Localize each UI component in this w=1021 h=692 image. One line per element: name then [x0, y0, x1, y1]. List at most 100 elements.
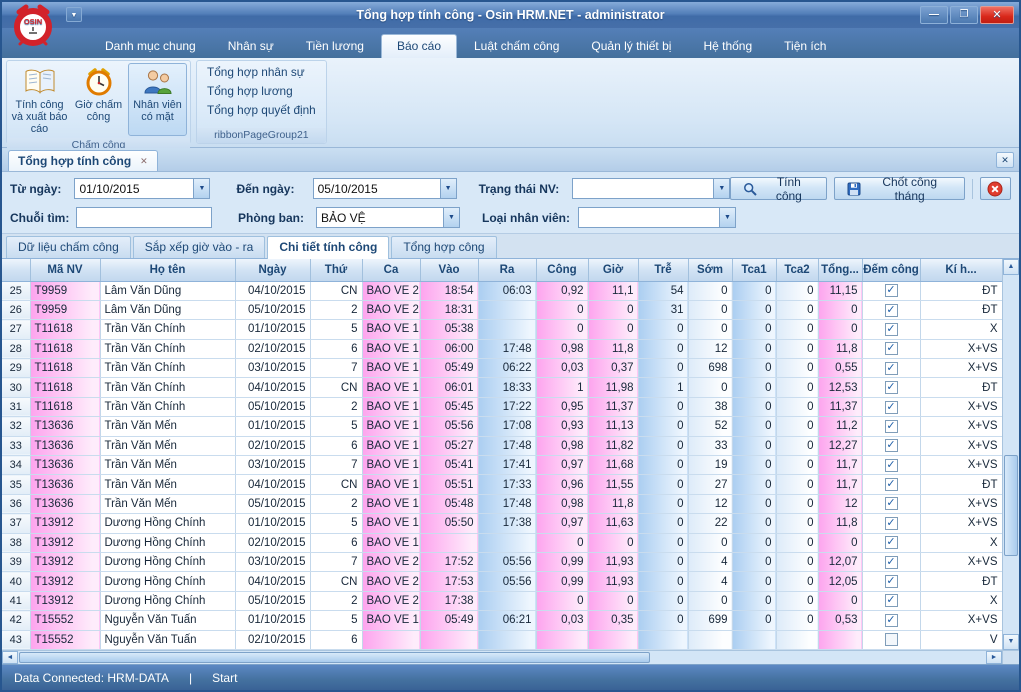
- grid-cell[interactable]: 05:45: [420, 397, 478, 416]
- dem-cong-cell[interactable]: ✓: [862, 514, 920, 533]
- ki-hieu-cell[interactable]: X+VS: [920, 494, 1002, 513]
- grid-cell[interactable]: Trần Văn Mến: [100, 456, 235, 475]
- grid-cell[interactable]: 01/10/2015: [235, 514, 310, 533]
- grid-cell[interactable]: 02/10/2015: [235, 436, 310, 455]
- grid-cell[interactable]: 0: [776, 475, 818, 494]
- minimize-button[interactable]: —: [920, 6, 948, 24]
- grid-cell[interactable]: 0,96: [536, 475, 588, 494]
- dem-cong-cell[interactable]: ✓: [862, 533, 920, 552]
- grid-cell[interactable]: 11,98: [588, 378, 638, 397]
- grid-cell[interactable]: 11,8: [818, 514, 862, 533]
- grid-cell[interactable]: 04/10/2015: [235, 281, 310, 300]
- grid-cell[interactable]: [732, 630, 776, 649]
- trang-thai-nv-combo[interactable]: ▼: [572, 178, 730, 199]
- grid-cell[interactable]: 0: [776, 494, 818, 513]
- grid-cell[interactable]: 0: [732, 494, 776, 513]
- checkbox[interactable]: ✓: [885, 536, 898, 549]
- grid-cell[interactable]: 12,05: [818, 572, 862, 591]
- grid-cell[interactable]: 11,37: [818, 397, 862, 416]
- grid-cell[interactable]: T13636: [30, 475, 100, 494]
- grid-cell[interactable]: [536, 630, 588, 649]
- ki-hieu-cell[interactable]: X+VS: [920, 359, 1002, 378]
- grid-cell[interactable]: 05/10/2015: [235, 591, 310, 610]
- table-row[interactable]: 33T13636Trần Văn Mến02/10/20156BAO VE 10…: [2, 436, 1002, 455]
- dem-cong-cell[interactable]: ✓: [862, 552, 920, 571]
- grid-cell[interactable]: 18:54: [420, 281, 478, 300]
- close-button[interactable]: ✕: [980, 6, 1014, 24]
- grid-cell[interactable]: 0: [776, 397, 818, 416]
- grid-cell[interactable]: 0: [776, 552, 818, 571]
- checkbox[interactable]: ✓: [885, 478, 898, 491]
- grid-cell[interactable]: [638, 630, 688, 649]
- ki-hieu-cell[interactable]: X: [920, 320, 1002, 339]
- table-row[interactable]: 30T11618Trần Văn Chính04/10/2015CNBAO VE…: [2, 378, 1002, 397]
- grid-cell[interactable]: 0,99: [536, 552, 588, 571]
- grid-cell[interactable]: 05:56: [420, 417, 478, 436]
- grid-cell[interactable]: Nguyễn Văn Tuấn: [100, 630, 235, 649]
- grid-cell[interactable]: 0: [732, 475, 776, 494]
- dem-cong-cell[interactable]: ✓: [862, 475, 920, 494]
- checkbox[interactable]: [885, 633, 898, 646]
- grid-cell[interactable]: 0: [638, 552, 688, 571]
- grid-cell[interactable]: 0: [732, 611, 776, 630]
- grid-cell[interactable]: 54: [638, 281, 688, 300]
- grid-cell[interactable]: 03/10/2015: [235, 456, 310, 475]
- grid-cell[interactable]: 0: [732, 533, 776, 552]
- ki-hieu-cell[interactable]: X+VS: [920, 397, 1002, 416]
- table-row[interactable]: 43T15552Nguyễn Văn Tuấn02/10/20156V: [2, 630, 1002, 649]
- grid-cell[interactable]: 0: [776, 281, 818, 300]
- grid-cell[interactable]: [588, 630, 638, 649]
- quick-access-dropdown-icon[interactable]: ▼: [66, 7, 82, 22]
- dem-cong-cell[interactable]: ✓: [862, 281, 920, 300]
- grid-cell[interactable]: BAO VE 1: [362, 514, 420, 533]
- grid-cell[interactable]: 0: [638, 339, 688, 358]
- grid-cell[interactable]: [420, 630, 478, 649]
- grid-cell[interactable]: 0: [732, 397, 776, 416]
- ki-hieu-cell[interactable]: X+VS: [920, 456, 1002, 475]
- grid-cell[interactable]: BAO VE 2: [362, 591, 420, 610]
- grid-cell[interactable]: 0,53: [818, 611, 862, 630]
- column-header[interactable]: Tổng...: [818, 259, 862, 281]
- grid-cell[interactable]: 11,8: [588, 339, 638, 358]
- column-header[interactable]: Tca1: [732, 259, 776, 281]
- grid-cell[interactable]: 0: [776, 533, 818, 552]
- grid-cell[interactable]: 11,7: [818, 475, 862, 494]
- grid-cell[interactable]: 22: [688, 514, 732, 533]
- row-indicator[interactable]: 33: [2, 436, 30, 455]
- checkbox[interactable]: ✓: [885, 459, 898, 472]
- grid-cell[interactable]: 0: [732, 514, 776, 533]
- scroll-right-icon[interactable]: ►: [986, 651, 1002, 664]
- grid-cell[interactable]: 0: [776, 300, 818, 319]
- grid-cell[interactable]: 0: [776, 339, 818, 358]
- table-row[interactable]: 35T13636Trần Văn Mến04/10/2015CNBAO VE 1…: [2, 475, 1002, 494]
- ki-hieu-cell[interactable]: ĐT: [920, 281, 1002, 300]
- grid-cell[interactable]: 0: [588, 591, 638, 610]
- ki-hieu-cell[interactable]: X+VS: [920, 417, 1002, 436]
- row-indicator[interactable]: 43: [2, 630, 30, 649]
- checkbox[interactable]: ✓: [885, 575, 898, 588]
- table-row[interactable]: 40T13912Dương Hồng Chính04/10/2015CNBAO …: [2, 572, 1002, 591]
- table-row[interactable]: 26T9959Lâm Văn Dũng05/10/20152BAO VE 218…: [2, 300, 1002, 319]
- ki-hieu-cell[interactable]: ĐT: [920, 572, 1002, 591]
- grid-cell[interactable]: 0,97: [536, 456, 588, 475]
- grid-cell[interactable]: 0: [732, 572, 776, 591]
- grid-cell[interactable]: 17:22: [478, 397, 536, 416]
- ki-hieu-cell[interactable]: X+VS: [920, 514, 1002, 533]
- grid-cell[interactable]: 11,93: [588, 552, 638, 571]
- grid-cell[interactable]: 05:49: [420, 359, 478, 378]
- grid-cell[interactable]: 0: [536, 320, 588, 339]
- grid-cell[interactable]: 0,98: [536, 339, 588, 358]
- grid-cell[interactable]: T13912: [30, 552, 100, 571]
- phong-ban-input[interactable]: [317, 208, 443, 227]
- grid-cell[interactable]: 0: [732, 456, 776, 475]
- grid-cell[interactable]: [478, 630, 536, 649]
- ribbon-tab[interactable]: Danh mục chung: [90, 35, 211, 58]
- row-indicator[interactable]: 34: [2, 456, 30, 475]
- grid-cell[interactable]: Lâm Văn Dũng: [100, 281, 235, 300]
- table-row[interactable]: 25T9959Lâm Văn Dũng04/10/2015CNBAO VE 21…: [2, 281, 1002, 300]
- grid-cell[interactable]: Trần Văn Mến: [100, 417, 235, 436]
- grid-cell[interactable]: T13912: [30, 591, 100, 610]
- grid-cell[interactable]: 0: [638, 494, 688, 513]
- grid-cell[interactable]: [478, 591, 536, 610]
- grid-cell[interactable]: 17:33: [478, 475, 536, 494]
